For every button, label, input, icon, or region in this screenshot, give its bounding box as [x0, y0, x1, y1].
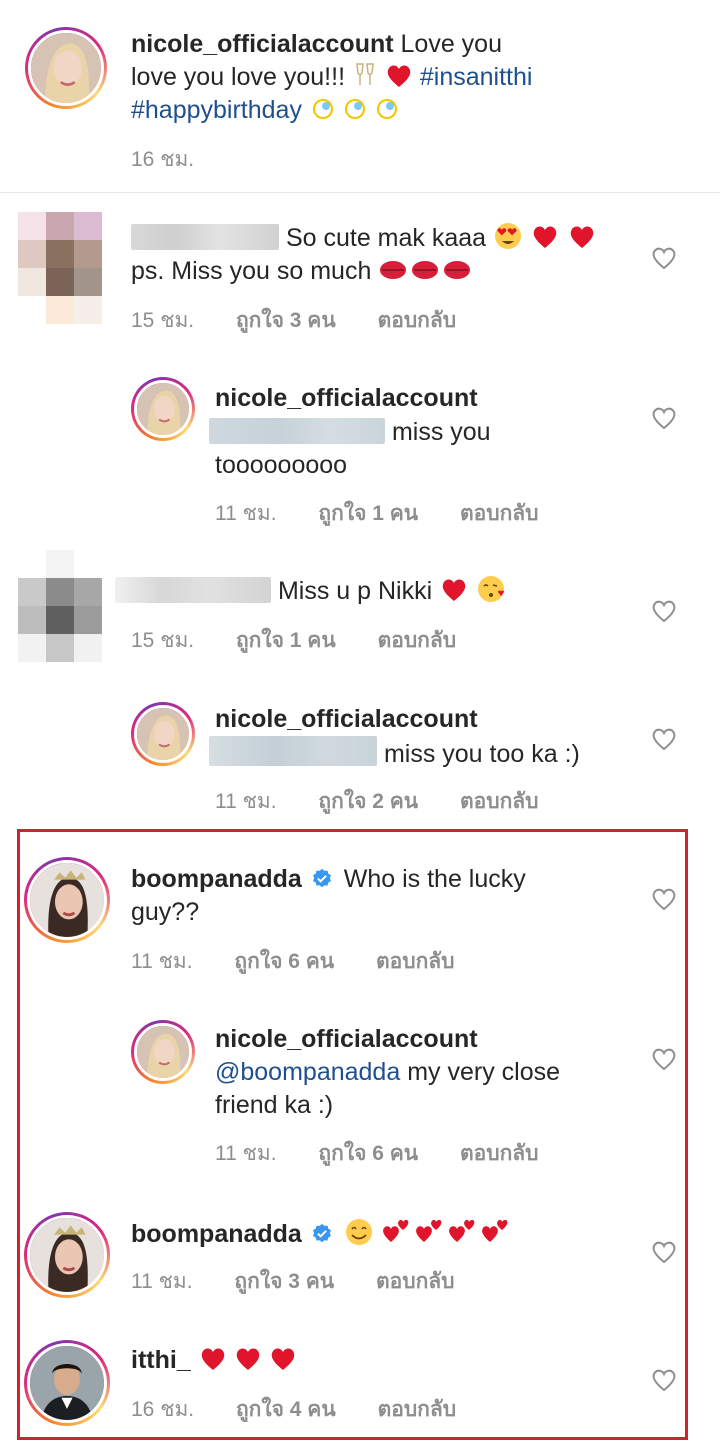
like-heart-icon[interactable] — [651, 887, 677, 911]
comment-username[interactable]: boompanadda — [131, 1220, 302, 1248]
comment-time: 11 ชม. — [215, 502, 277, 525]
comment-likes[interactable]: ถูกใจ 3 คน — [236, 309, 336, 332]
comment-text: miss you — [391, 418, 491, 446]
comment-likes[interactable]: ถูกใจ 3 คน — [234, 1270, 334, 1293]
blurred-mention — [209, 736, 377, 766]
blurred-username — [131, 224, 279, 250]
red-heart-icon — [198, 1344, 300, 1381]
comment-likes[interactable]: ถูกใจ 1 คน — [318, 502, 418, 525]
comment-time: 11 ชม. — [215, 1142, 277, 1165]
comment-text: friend ka :) — [215, 1091, 334, 1119]
reply-button[interactable]: ตอบกลับ — [376, 950, 455, 973]
reply-button[interactable]: ตอบกลับ — [378, 1398, 457, 1421]
face-blowing-kiss-icon — [476, 575, 506, 612]
comment-username[interactable]: nicole_officialaccount — [215, 703, 478, 736]
reply-button[interactable]: ตอบกลับ — [460, 790, 539, 813]
comment-time: 15 ชม. — [131, 629, 195, 652]
comment-time: 11 ชม. — [215, 790, 277, 813]
nicole-avatar-image — [31, 33, 101, 103]
comment-time: 11 ชม. — [131, 1270, 193, 1293]
boompanadda-avatar[interactable] — [24, 1212, 110, 1298]
boompanadda-avatar-image — [30, 1218, 104, 1292]
comment-username[interactable]: nicole_officialaccount — [215, 1023, 478, 1056]
champagne-icon — [352, 61, 378, 98]
like-heart-icon[interactable] — [651, 406, 677, 430]
nicole-avatar-image — [137, 708, 189, 760]
post-caption: nicole_officialaccount Love you love you… — [0, 0, 720, 190]
reply-avatar[interactable] — [131, 1020, 195, 1084]
hashtag-insanitthi[interactable]: #insanitthi — [420, 63, 533, 91]
heart-eyes-icon — [493, 222, 523, 259]
comment-text: Who is the lucky — [343, 865, 526, 893]
reply-avatar[interactable] — [131, 377, 195, 441]
comment-time: 15 ชม. — [131, 309, 195, 332]
comments-screen: nicole_officialaccount Love you love you… — [0, 0, 720, 1453]
smiling-face-icon — [344, 1218, 374, 1255]
red-heart-icon — [530, 224, 560, 259]
red-heart-icon — [439, 577, 469, 612]
caption-divider — [0, 192, 720, 193]
two-hearts-icon — [381, 1216, 517, 1255]
like-heart-icon[interactable] — [651, 246, 677, 270]
comment-time: 11 ชม. — [131, 950, 193, 973]
like-heart-icon[interactable] — [651, 1368, 677, 1392]
pixelated-avatar — [18, 550, 102, 662]
kiss-mark-icon — [378, 257, 474, 292]
boompanadda-avatar[interactable] — [24, 857, 110, 943]
hashtag-happybirthday[interactable]: #happybirthday — [131, 96, 302, 124]
like-heart-icon[interactable] — [651, 1240, 677, 1264]
comment-likes[interactable]: ถูกใจ 1 คน — [236, 629, 336, 652]
caption-username[interactable]: nicole_officialaccount — [131, 30, 394, 58]
nicole-avatar-image — [137, 383, 189, 435]
itthi-avatar[interactable] — [24, 1340, 110, 1426]
comment-likes[interactable]: ถูกใจ 6 คน — [318, 1142, 418, 1165]
like-heart-icon[interactable] — [651, 1047, 677, 1071]
comment-username[interactable]: boompanadda — [131, 865, 302, 893]
verified-badge-icon — [312, 868, 331, 888]
caption-avatar[interactable] — [25, 27, 107, 109]
comment-likes[interactable]: ถูกใจ 4 คน — [236, 1398, 336, 1421]
reply-button[interactable]: ตอบกลับ — [378, 629, 457, 652]
comment-text: my very close — [407, 1058, 561, 1086]
comment-text: So cute mak kaaa — [285, 224, 487, 252]
blurred-mention — [209, 418, 385, 444]
comment-text: guy?? — [131, 898, 200, 926]
caption-text-line-1: Love you — [400, 30, 502, 58]
pixelated-avatar — [18, 212, 102, 324]
red-heart-icon — [567, 224, 597, 259]
like-heart-icon[interactable] — [651, 727, 677, 751]
comment-time: 16 ชม. — [131, 1398, 195, 1421]
reply-button[interactable]: ตอบกลับ — [378, 309, 457, 332]
comment-text: ps. Miss you so much — [131, 257, 372, 285]
comment-text: miss you too ka :) — [383, 740, 580, 768]
comment-text: Miss u p Nikki — [277, 577, 433, 605]
comment-username[interactable]: itthi_ — [131, 1346, 191, 1374]
reply-button[interactable]: ตอบกลับ — [460, 502, 539, 525]
caption-text-line-2: love you love you!!! — [131, 63, 346, 91]
comment-text: tooooooooo — [215, 451, 348, 479]
comment-likes[interactable]: ถูกใจ 2 คน — [318, 790, 418, 813]
dizzy-icon — [309, 96, 405, 131]
caption-time: 16 ชม. — [131, 148, 195, 171]
blurred-username — [115, 577, 271, 603]
nicole-avatar-image — [137, 1026, 189, 1078]
like-heart-icon[interactable] — [651, 599, 677, 623]
reply-button[interactable]: ตอบกลับ — [376, 1270, 455, 1293]
red-heart-icon — [385, 63, 413, 98]
comment-username[interactable]: nicole_officialaccount — [215, 382, 478, 415]
itthi-avatar-image — [30, 1346, 104, 1420]
mention-link[interactable]: @boompanadda — [215, 1058, 400, 1086]
boompanadda-avatar-image — [30, 863, 104, 937]
reply-button[interactable]: ตอบกลับ — [460, 1142, 539, 1165]
verified-badge-icon — [312, 1223, 331, 1243]
comment-likes[interactable]: ถูกใจ 6 คน — [234, 950, 334, 973]
reply-avatar[interactable] — [131, 702, 195, 766]
